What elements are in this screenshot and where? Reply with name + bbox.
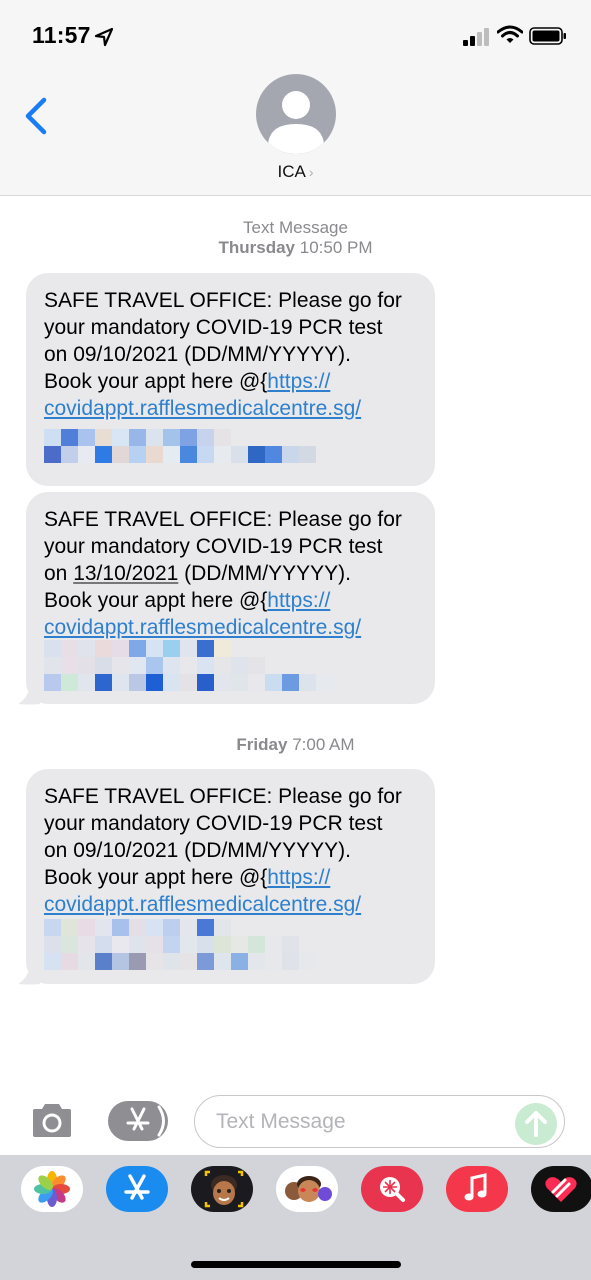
booking-link[interactable]: covidappt.rafflesmedicalcentre.sg/ xyxy=(44,395,417,422)
timestamp: Friday 7:00 AM xyxy=(0,735,591,755)
booking-link[interactable]: covidappt.rafflesmedicalcentre.sg/ xyxy=(44,614,417,641)
test-date: 13/10/2021 xyxy=(73,562,179,585)
message-type-label: Text Message xyxy=(243,218,348,237)
contact-avatar[interactable] xyxy=(256,74,336,154)
memoji-stickers-app-button[interactable] xyxy=(276,1166,338,1212)
home-indicator[interactable] xyxy=(191,1261,401,1268)
message-text-line: on 09/10/2021 (DD/MM/YYYYY). xyxy=(44,343,351,366)
message-text-line: Book your appt here @{https:// xyxy=(44,370,331,393)
chevron-right-icon: › xyxy=(308,164,314,180)
message-text-line: Book your appt here @{https:// xyxy=(44,589,331,612)
conversation-header: 11:57 ICA › xyxy=(0,0,591,196)
photos-app-button[interactable] xyxy=(21,1166,83,1212)
camera-icon[interactable] xyxy=(29,1103,75,1139)
message-text-line: on 13/10/2021 (DD/MM/YYYYY). xyxy=(44,562,351,585)
booking-link[interactable]: https:// xyxy=(267,370,330,393)
memoji-icon xyxy=(204,1170,244,1208)
message-text-line: on 09/10/2021 (DD/MM/YYYYY). xyxy=(44,839,351,862)
image-search-app-button[interactable] xyxy=(361,1166,423,1212)
bubble-tail xyxy=(18,686,40,705)
cellular-signal-icon xyxy=(463,28,489,46)
music-icon xyxy=(464,1173,487,1201)
message-text-line: your mandatory COVID-19 PCR test xyxy=(44,535,383,558)
app-store-button[interactable] xyxy=(108,1101,168,1141)
timestamp-time: 7:00 AM xyxy=(292,735,355,754)
test-date: 09/10/2021 xyxy=(73,839,179,862)
contact-name[interactable]: ICA › xyxy=(0,162,591,182)
app-store-icon xyxy=(126,1105,165,1137)
memoji-app-button[interactable] xyxy=(191,1166,253,1212)
contact-name-label: ICA xyxy=(277,162,306,181)
timestamp: Thursday 10:50 PM xyxy=(0,238,591,258)
message-bubble[interactable]: SAFE TRAVEL OFFICE: Please go for your m… xyxy=(26,273,435,486)
app-store-icon xyxy=(124,1174,150,1200)
timestamp-day: Friday xyxy=(236,735,288,754)
timestamp-time: 10:50 PM xyxy=(299,238,373,257)
heart-stickers-app-button[interactable] xyxy=(531,1166,591,1212)
app-store-app-button[interactable] xyxy=(106,1166,168,1212)
back-chevron-icon[interactable] xyxy=(22,96,54,136)
booking-link[interactable]: covidappt.rafflesmedicalcentre.sg/ xyxy=(44,891,417,918)
message-input[interactable]: Text Message xyxy=(194,1095,565,1148)
message-bubble[interactable]: SAFE TRAVEL OFFICE: Please go for your m… xyxy=(26,769,435,984)
memoji-stickers-icon xyxy=(285,1176,332,1202)
message-text-line: Book your appt here @{https:// xyxy=(44,866,331,889)
timestamp-day: Thursday xyxy=(218,238,296,257)
test-date: 09/10/2021 xyxy=(73,343,179,366)
wifi-icon xyxy=(497,25,523,43)
heart-stickers-icon xyxy=(545,1177,577,1202)
photos-icon xyxy=(34,1171,70,1207)
message-text-line: your mandatory COVID-19 PCR test xyxy=(44,316,383,339)
location-arrow-icon xyxy=(94,27,114,47)
message-input-placeholder: Text Message xyxy=(216,1110,346,1133)
arrow-up-icon xyxy=(525,1111,547,1137)
send-button[interactable] xyxy=(515,1103,557,1145)
message-text-line: SAFE TRAVEL OFFICE: Please go for xyxy=(44,508,402,531)
status-time: 11:57 xyxy=(32,22,91,48)
message-bubble[interactable]: SAFE TRAVEL OFFICE: Please go for your m… xyxy=(26,492,435,704)
person-silhouette-icon xyxy=(268,91,324,154)
message-text-line: your mandatory COVID-19 PCR test xyxy=(44,812,383,835)
message-text-line: SAFE TRAVEL OFFICE: Please go for xyxy=(44,785,402,808)
booking-link[interactable]: https:// xyxy=(267,866,330,889)
battery-icon xyxy=(529,27,566,45)
booking-link[interactable]: https:// xyxy=(267,589,330,612)
image-search-icon xyxy=(380,1177,405,1202)
music-app-button[interactable] xyxy=(446,1166,508,1212)
message-text-line: SAFE TRAVEL OFFICE: Please go for xyxy=(44,289,402,312)
bubble-tail xyxy=(18,966,40,985)
